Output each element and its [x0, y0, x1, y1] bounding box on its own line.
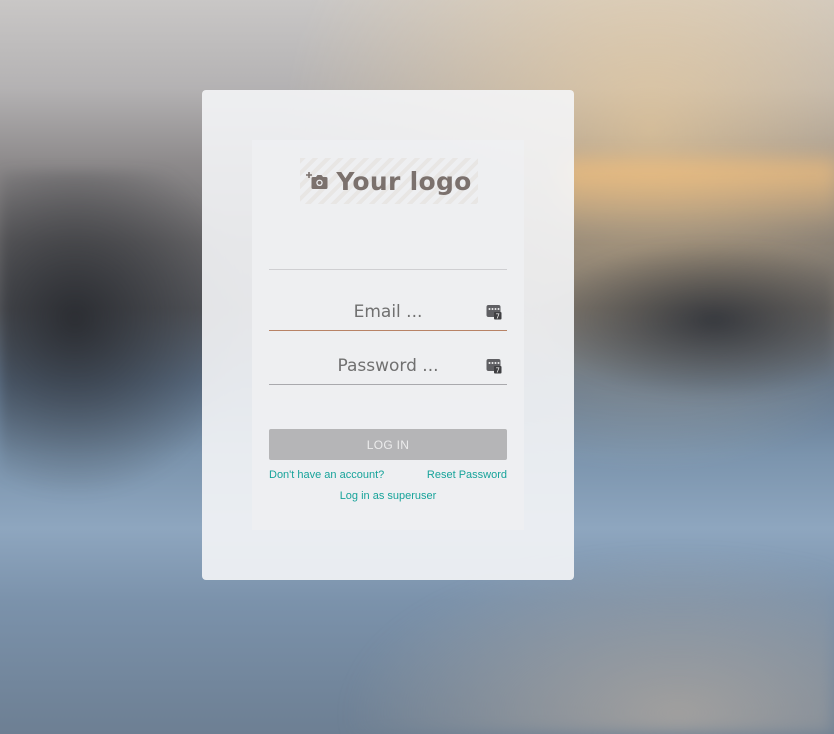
- background-shore-right: [534, 240, 834, 400]
- signup-link[interactable]: Don't have an account?: [269, 469, 384, 481]
- password-manager-icon[interactable]: 7: [486, 304, 502, 320]
- login-button[interactable]: LOG IN: [269, 429, 507, 460]
- password-input[interactable]: [269, 348, 507, 384]
- background-sunset-glow: [560, 160, 834, 230]
- superuser-login-link[interactable]: Log in as superuser: [252, 490, 524, 502]
- add-photo-icon: [306, 172, 328, 189]
- svg-text:7: 7: [495, 313, 499, 320]
- password-manager-icon[interactable]: 7: [486, 358, 502, 374]
- logo: Your logo: [300, 158, 478, 204]
- svg-text:7: 7: [495, 367, 499, 374]
- email-input[interactable]: [269, 294, 507, 330]
- reset-password-link[interactable]: Reset Password: [427, 469, 507, 481]
- login-panel: Your logo 7 7: [202, 90, 574, 580]
- divider: [269, 269, 507, 270]
- password-field: 7: [269, 348, 507, 385]
- login-card: Your logo 7 7: [252, 140, 524, 530]
- logo-text: Your logo: [336, 166, 472, 196]
- email-field: 7: [269, 294, 507, 331]
